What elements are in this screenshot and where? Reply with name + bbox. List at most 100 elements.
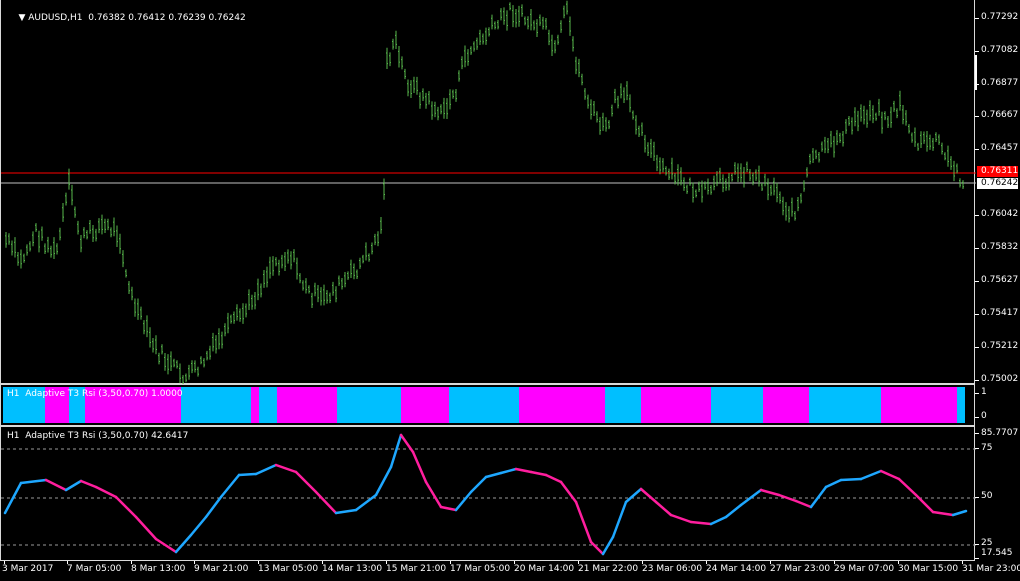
rsi-segment bbox=[114, 495, 138, 519]
rsi-segment bbox=[237, 472, 258, 477]
time-label: 20 Mar 14:00 bbox=[514, 564, 575, 574]
histogram-segment bbox=[277, 387, 337, 423]
histogram-segment bbox=[881, 387, 957, 423]
rsi-segment bbox=[859, 469, 883, 481]
rsi-segment bbox=[454, 490, 473, 512]
price-label: 0.76042 bbox=[981, 209, 1019, 219]
histogram-segment bbox=[711, 387, 763, 423]
rsi-segment bbox=[94, 485, 118, 499]
price-label: 0.75627 bbox=[981, 275, 1019, 285]
rsi-segment bbox=[374, 465, 393, 497]
indicator2-title: H1 Adaptive T3 Rsi (3,50,0.70) 42.6417 bbox=[7, 431, 189, 441]
time-label: 21 Mar 22:00 bbox=[578, 564, 639, 574]
time-label: 17 Mar 05:00 bbox=[450, 564, 511, 574]
rsi-segment bbox=[204, 495, 223, 519]
dropdown-triangle-icon[interactable]: ▼ bbox=[18, 13, 28, 23]
indicator2-axis-label: 50 bbox=[981, 491, 993, 501]
price-label: 0.76667 bbox=[981, 110, 1019, 120]
histogram-segment bbox=[401, 387, 449, 423]
rsi-segment bbox=[794, 499, 813, 509]
rsi-segment bbox=[759, 488, 781, 497]
rsi-segment bbox=[314, 490, 338, 515]
rsi-segment bbox=[589, 540, 605, 556]
price-label: 0.75212 bbox=[981, 341, 1019, 351]
price-bars[interactable] bbox=[1, 0, 976, 384]
time-label: 7 Mar 05:00 bbox=[67, 564, 122, 574]
rsi-segment bbox=[669, 513, 693, 524]
time-label: 29 Mar 07:00 bbox=[834, 564, 895, 574]
chart-title: ▼ AUDUSD,H1 0.76382 0.76412 0.76239 0.76… bbox=[7, 3, 246, 33]
indicator2-axis-label: 85.7707 bbox=[981, 428, 1019, 438]
rsi-segment bbox=[389, 433, 403, 469]
time-label: 24 Mar 14:00 bbox=[706, 564, 767, 574]
histogram-segment bbox=[259, 387, 277, 423]
histogram-segment bbox=[763, 387, 809, 423]
rsi-segment bbox=[334, 508, 358, 515]
histogram-segment bbox=[641, 387, 711, 423]
indicator-rsi-pane[interactable]: H1 Adaptive T3 Rsi (3,50,0.70) 42.6417 bbox=[0, 426, 976, 561]
rsi-segment bbox=[951, 509, 968, 517]
time-label: 23 Mar 06:00 bbox=[642, 564, 703, 574]
rsi-segment bbox=[79, 479, 98, 489]
bid-price-badge: 0.76311 bbox=[977, 166, 1018, 177]
indicator1-axis-label: 1 bbox=[981, 387, 987, 397]
rsi-segment bbox=[439, 505, 458, 512]
rsi-segment bbox=[219, 473, 241, 499]
time-label: 31 Mar 23:00 bbox=[962, 564, 1020, 574]
rsi-segment bbox=[809, 485, 828, 509]
time-label: 9 Mar 21:00 bbox=[194, 564, 249, 574]
price-label: 0.76457 bbox=[981, 143, 1019, 153]
rsi-segment bbox=[529, 470, 548, 477]
rsi-segment bbox=[514, 467, 533, 474]
price-chart-pane[interactable]: ▼ AUDUSD,H1 0.76382 0.76412 0.76239 0.76… bbox=[0, 0, 976, 384]
histogram-segment bbox=[337, 387, 401, 423]
rsi-segment bbox=[544, 473, 563, 484]
indicator1-axis: 1 0 bbox=[975, 384, 1020, 426]
indicator1-axis-label: 0 bbox=[981, 411, 987, 421]
rsi-segment bbox=[424, 480, 443, 509]
rsi-segment bbox=[354, 493, 378, 512]
rsi-segment bbox=[601, 535, 615, 556]
histogram-segment bbox=[809, 387, 881, 423]
rsi-segment bbox=[914, 493, 935, 514]
rsi-segment bbox=[709, 515, 728, 526]
histogram-segment bbox=[449, 387, 519, 423]
rsi-segment bbox=[174, 533, 193, 554]
price-label: 0.75832 bbox=[981, 242, 1019, 252]
time-label: 14 Mar 13:00 bbox=[322, 564, 383, 574]
rsi-segment bbox=[484, 471, 503, 479]
rsi-segment bbox=[294, 470, 318, 494]
rsi-segment bbox=[19, 478, 48, 485]
price-label: 0.75417 bbox=[981, 308, 1019, 318]
time-axis: 3 Mar 2017 7 Mar 05:00 8 Mar 13:00 9 Mar… bbox=[0, 561, 1020, 581]
rsi-segment bbox=[639, 487, 658, 504]
rsi-segment bbox=[689, 520, 713, 526]
time-label: 15 Mar 21:00 bbox=[386, 564, 447, 574]
rsi-segment bbox=[624, 487, 643, 504]
price-label: 0.77292 bbox=[981, 12, 1019, 22]
time-label: 13 Mar 05:00 bbox=[258, 564, 319, 574]
histogram-segment bbox=[251, 387, 259, 423]
rsi-segment bbox=[64, 479, 83, 492]
rsi-segment bbox=[839, 477, 863, 482]
price-axis: 0.77292 0.77082 0.76877 0.76667 0.76457 … bbox=[975, 0, 1020, 384]
rsi-segment bbox=[469, 475, 488, 494]
indicator1-title: H1 Adaptive T3 Rsi (3,50,0.70) 1.0000 bbox=[7, 389, 183, 399]
time-label: 8 Mar 13:00 bbox=[131, 564, 186, 574]
time-label: 30 Mar 15:00 bbox=[898, 564, 959, 574]
price-label: 0.76877 bbox=[981, 78, 1019, 88]
indicator2-axis-label: 17.545 bbox=[981, 548, 1013, 558]
rsi-segment bbox=[574, 500, 593, 544]
rsi-segment bbox=[499, 467, 518, 475]
indicator-histogram-pane[interactable]: H1 Adaptive T3 Rsi (3,50,0.70) 1.0000 bbox=[0, 384, 975, 426]
time-label: 27 Mar 23:00 bbox=[770, 564, 831, 574]
rsi-segment bbox=[189, 515, 208, 537]
rsi-segment bbox=[399, 433, 415, 454]
indicator2-axis: 85.7707 75 50 25 17.545 bbox=[975, 426, 1020, 561]
rsi-segment bbox=[897, 477, 918, 497]
rsi-segment bbox=[931, 510, 955, 517]
rsi-segment bbox=[824, 478, 843, 489]
symbol-ohlc-text: AUDUSD,H1 0.76382 0.76412 0.76239 0.7624… bbox=[28, 13, 246, 23]
price-label: 0.77082 bbox=[981, 45, 1019, 55]
histogram-segment bbox=[181, 387, 251, 423]
